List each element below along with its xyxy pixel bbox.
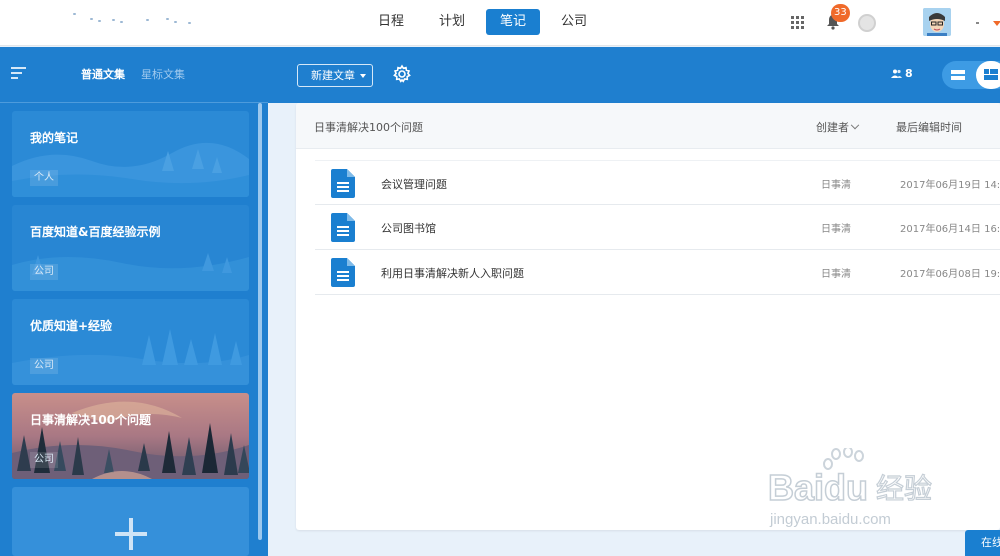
list-view-toggle[interactable] (948, 65, 968, 85)
article-edit-time: 2017年06月19日 14: (900, 180, 1000, 191)
sidebar-scrollbar[interactable] (258, 103, 262, 540)
notebook-card[interactable]: 优质知道+经验 公司 (12, 299, 249, 385)
chevron-down-icon (850, 120, 860, 130)
view-toggle (942, 61, 1000, 89)
notebook-card[interactable]: 百度知道&百度经验示例 公司 (12, 205, 249, 291)
nav-schedule[interactable]: 日程 (364, 9, 418, 35)
article-edit-time: 2017年06月08日 19: (900, 269, 1000, 280)
document-icon (331, 258, 355, 287)
article-title: 会议管理问题 (381, 178, 447, 191)
article-edit-time: 2017年06月14日 16: (900, 224, 1000, 235)
article-row[interactable]: 利用日事清解决新人入职问题 日事清 2017年06月08日 19: (315, 250, 1000, 295)
tab-starred-collections[interactable]: 星标文集 (141, 66, 185, 82)
article-row[interactable]: 公司图书馆 日事清 2017年06月14日 16: (315, 205, 1000, 250)
new-article-button[interactable]: 新建文章 (297, 64, 373, 87)
nav-notes[interactable]: 笔记 (486, 9, 541, 35)
article-row[interactable]: 会议管理问题 日事清 2017年06月19日 14: (315, 160, 1000, 205)
chevron-down-icon (993, 21, 1000, 26)
notebook-card[interactable]: 我的笔记 个人 (12, 111, 249, 197)
menu-icon[interactable] (11, 67, 26, 80)
sidebar-header: 普通文集 星标文集 (0, 47, 268, 103)
article-creator: 日事清 (821, 224, 851, 235)
new-article-label: 新建文章 (311, 69, 355, 82)
nav-plan[interactable]: 计划 (425, 9, 479, 35)
notebook-tag: 公司 (30, 264, 58, 280)
notebook-tag: 公司 (30, 452, 58, 468)
status-icon[interactable] (858, 14, 876, 32)
notebook-tag: 个人 (30, 170, 58, 186)
list-view-icon (951, 70, 965, 80)
time-column-label: 最后编辑时间 (896, 121, 962, 134)
main-nav: 日程 计划 笔记 公司 (364, 9, 608, 35)
article-list: 会议管理问题 日事清 2017年06月19日 14: 公司图书馆 日事清 201… (315, 160, 1000, 295)
sidebar-divider (0, 102, 268, 103)
article-creator: 日事清 (821, 269, 851, 280)
notebook-panel-title: 日事清解决100个问题 (314, 121, 423, 134)
members-icon (891, 69, 902, 78)
grid-view-icon (984, 69, 998, 80)
notebook-card-selected[interactable]: 日事清解决100个问题 公司 (12, 393, 249, 479)
creator-sort-dropdown[interactable]: 创建者 (816, 119, 860, 135)
document-icon (331, 213, 355, 242)
grid-view-toggle[interactable] (976, 61, 1000, 89)
article-creator: 日事清 (821, 180, 851, 191)
apps-grid-icon[interactable] (791, 16, 804, 29)
tab-normal-collections[interactable]: 普通文集 (81, 66, 125, 82)
notebook-title: 优质知道+经验 (30, 319, 113, 333)
creator-column-label: 创建者 (816, 121, 849, 134)
caret-down-icon (360, 74, 366, 78)
main-toolbar: 新建文章 8 (268, 47, 1000, 103)
user-menu-dropdown[interactable] (976, 16, 1000, 30)
panel-header: 日事清解决100个问题 创建者 最后编辑时间 (296, 103, 1000, 149)
members-count: 8 (905, 67, 913, 80)
sidebar: 普通文集 星标文集 我的笔记 个人 百度知道&百度经验示例 公司 优质知道+经验 (0, 47, 268, 556)
notebook-tag: 公司 (30, 358, 58, 374)
notebook-title: 我的笔记 (30, 131, 79, 145)
top-bar: 日程 计划 笔记 公司 33 (0, 0, 1000, 46)
logo[interactable] (60, 12, 210, 32)
article-title: 公司图书馆 (381, 222, 436, 235)
plus-icon (115, 518, 147, 550)
notebook-title: 日事清解决100个问题 (30, 413, 152, 427)
article-title: 利用日事清解决新人入职问题 (381, 267, 524, 280)
nav-company[interactable]: 公司 (547, 9, 601, 35)
avatar[interactable] (923, 8, 951, 36)
online-service-button[interactable]: 在线 (965, 530, 1000, 556)
notebook-title: 百度知道&百度经验示例 (30, 225, 161, 239)
document-icon (331, 169, 355, 198)
gear-icon[interactable] (392, 64, 412, 84)
add-notebook-button[interactable] (12, 487, 249, 556)
notebook-panel: 日事清解决100个问题 创建者 最后编辑时间 会议管理问题 日事清 2017年0… (296, 103, 1000, 530)
notification-badge: 33 (831, 4, 850, 22)
